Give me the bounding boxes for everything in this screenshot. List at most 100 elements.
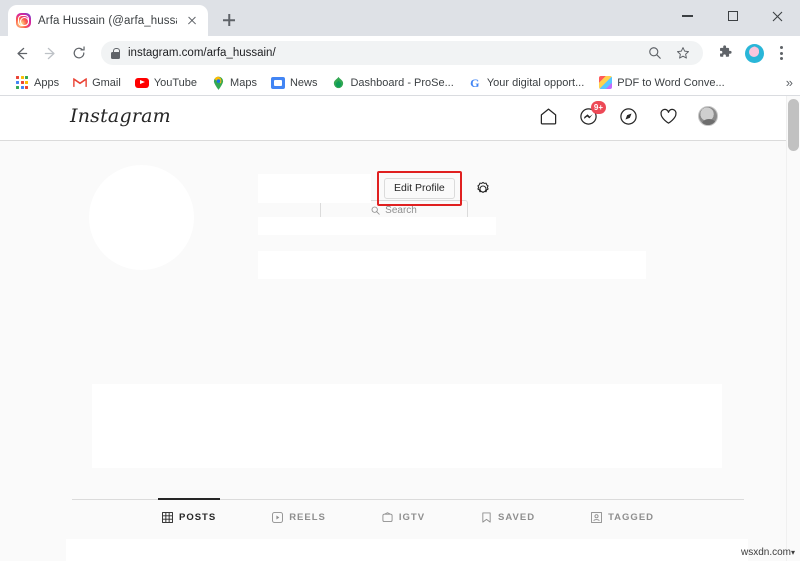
messenger-icon[interactable]: 9+ [578, 101, 606, 126]
forward-button[interactable] [37, 40, 63, 66]
scrollbar-thumb[interactable] [788, 99, 799, 151]
bookmark-your-digital-opportunity[interactable]: G Your digital opport... [462, 74, 590, 92]
tab-saved[interactable]: SAVED [481, 499, 535, 536]
page-viewport: Instagram 9+ Search Edit Profile POSTS R… [0, 96, 800, 561]
profile-section: Edit Profile [32, 141, 768, 279]
search-icon[interactable] [645, 43, 665, 63]
bookmarks-overflow-button[interactable]: » [786, 75, 793, 90]
chrome-profile-button[interactable] [741, 40, 767, 66]
profile-bio [258, 251, 646, 279]
menu-dot [779, 51, 783, 55]
instagram-nav: 9+ [538, 101, 718, 126]
watermark: wsxdn.com▾ [741, 547, 795, 558]
youtube-icon [134, 76, 149, 90]
dashboard-icon [331, 76, 345, 90]
bookmark-star-icon[interactable] [673, 43, 693, 63]
profile-tabs: POSTS REELS IGTV SAVED TAGGED [72, 498, 744, 536]
reels-icon [272, 512, 284, 523]
posts-grid[interactable] [66, 539, 748, 561]
address-bar[interactable]: instagram.com/arfa_hussain/ [101, 41, 703, 65]
instagram-logo[interactable]: Instagram [70, 105, 171, 127]
close-icon [772, 11, 783, 21]
browser-window: Arfa Hussain (@arfa_hussain) • In [0, 0, 800, 561]
messenger-badge: 9+ [590, 101, 606, 114]
bookmarks-bar: Apps Gmail YouTube Maps News Dashboard -… [0, 70, 800, 96]
chrome-menu-button[interactable] [770, 42, 792, 64]
bookmark-dashboard[interactable]: Dashboard - ProSe... [325, 74, 459, 92]
bookmark-label: Maps [230, 76, 257, 89]
tab-tagged[interactable]: TAGGED [591, 499, 654, 536]
window-controls [665, 0, 800, 36]
bookmark-label: Gmail [92, 76, 121, 89]
bookmark-pdf-to-word[interactable]: PDF to Word Conve... [592, 74, 730, 92]
edit-profile-highlight: Edit Profile [377, 171, 462, 206]
tab-label: SAVED [498, 512, 536, 523]
window-maximize-button[interactable] [710, 0, 755, 32]
tagged-icon [591, 512, 602, 523]
window-close-button[interactable] [755, 0, 800, 32]
maps-pin-icon [211, 76, 225, 90]
grid-icon [162, 512, 173, 523]
bookmark-apps[interactable]: Apps [9, 74, 65, 92]
puzzle-piece-icon [720, 45, 732, 57]
google-g-icon: G [470, 75, 480, 90]
apps-grid-icon [15, 76, 29, 90]
bookmark-label: Your digital opport... [486, 76, 585, 89]
profile-stats [258, 217, 496, 235]
lock-icon [111, 47, 120, 59]
profile-details: Edit Profile [258, 158, 768, 279]
title-bar: Arfa Hussain (@arfa_hussain) • In [0, 0, 800, 36]
tab-label: IGTV [398, 512, 426, 523]
extensions-button[interactable] [712, 40, 738, 66]
arrow-left-icon [16, 47, 27, 59]
reload-icon [73, 46, 85, 59]
compass-icon[interactable] [618, 106, 638, 126]
menu-dot [779, 56, 783, 60]
profile-picture[interactable] [89, 165, 194, 270]
tab-posts[interactable]: POSTS [157, 498, 221, 536]
gear-icon[interactable] [475, 181, 491, 197]
url-text: instagram.com/arfa_hussain/ [128, 47, 276, 59]
story-highlights[interactable] [92, 384, 722, 468]
tab-title: Arfa Hussain (@arfa_hussain) • In [38, 14, 177, 27]
tab-reels[interactable]: REELS [272, 499, 326, 536]
pdf-converter-icon [598, 76, 612, 90]
heart-icon[interactable] [658, 106, 678, 126]
bookmark-youtube[interactable]: YouTube [129, 74, 203, 92]
bookmark-label: PDF to Word Conve... [617, 76, 725, 89]
google-news-icon [270, 76, 285, 90]
watermark-text: wsxdn.com [740, 547, 791, 558]
tab-label: REELS [289, 512, 326, 523]
home-icon[interactable] [538, 106, 558, 126]
tab-label: POSTS [178, 512, 217, 523]
chrome-profile-avatar [744, 43, 764, 63]
instagram-favicon-icon [16, 13, 31, 28]
menu-dot [779, 46, 783, 50]
bookmark-label: YouTube [153, 76, 198, 89]
bookmark-label: Dashboard - ProSe... [350, 76, 454, 89]
bookmark-maps[interactable]: Maps [205, 74, 263, 92]
reload-button[interactable] [66, 40, 92, 66]
back-button[interactable] [8, 40, 34, 66]
igtv-icon [382, 512, 393, 523]
bookmark-news[interactable]: News [265, 74, 324, 92]
tab-label: TAGGED [608, 512, 655, 523]
edit-profile-button[interactable]: Edit Profile [384, 178, 455, 199]
profile-name-row: Edit Profile [258, 171, 768, 206]
bookmark-gmail[interactable]: Gmail [67, 74, 127, 92]
tab-igtv[interactable]: IGTV [382, 499, 425, 536]
arrow-right-icon [44, 47, 55, 59]
watermark-caret: ▾ [790, 548, 795, 557]
page-scrollbar[interactable] [786, 96, 800, 561]
new-tab-button[interactable] [218, 9, 240, 31]
window-minimize-button[interactable] [665, 0, 710, 32]
browser-toolbar: instagram.com/arfa_hussain/ [0, 36, 800, 70]
profile-username [258, 174, 371, 203]
gmail-icon [73, 76, 87, 90]
browser-tab[interactable]: Arfa Hussain (@arfa_hussain) • In [8, 5, 208, 36]
tab-close-icon[interactable] [184, 13, 200, 29]
instagram-header: Instagram 9+ [0, 96, 800, 141]
profile-avatar[interactable] [698, 106, 718, 126]
bookmark-label: Apps [34, 76, 60, 89]
bookmark-label: News [289, 76, 318, 89]
